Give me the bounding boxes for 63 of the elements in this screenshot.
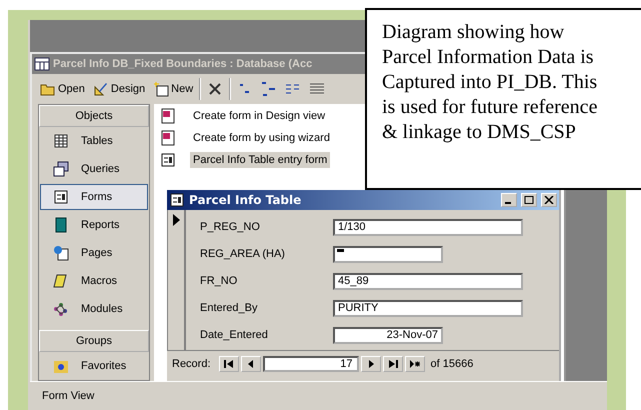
previous-record-icon: [246, 360, 256, 368]
record-selector[interactable]: [167, 210, 186, 350]
field-label: FR_NO: [200, 275, 238, 287]
molecule-icon: [53, 301, 69, 317]
field-label: P_REG_NO: [200, 221, 261, 233]
new-record-icon: [410, 360, 420, 368]
form-wizard-icon: [160, 130, 176, 146]
objects-header[interactable]: Objects: [39, 105, 149, 127]
input-field[interactable]: PURITY: [333, 300, 523, 316]
object-type-item[interactable]: Macros: [40, 268, 148, 294]
query-icon: [53, 161, 69, 177]
maximize-icon: [524, 196, 534, 204]
input-field[interactable]: 1/130: [333, 218, 523, 236]
previous-record-button[interactable]: [240, 356, 261, 372]
close-button[interactable]: [541, 193, 557, 207]
record-count: of 15666: [430, 358, 474, 370]
field-label: REG_AREA (HA): [200, 248, 286, 260]
toolbar-button[interactable]: New: [151, 79, 196, 99]
group-item[interactable]: Favorites: [40, 353, 148, 379]
record-number-field[interactable]: 17: [262, 356, 359, 372]
ruler-pencil-icon: [92, 81, 109, 97]
object-type-item[interactable]: Reports: [40, 212, 148, 238]
record-label: Record:: [172, 358, 211, 370]
input-field[interactable]: 23-Nov-07: [333, 326, 443, 344]
object-type-item[interactable]: Tables: [40, 128, 148, 154]
last-record-icon: [388, 360, 398, 368]
last-record-button[interactable]: [382, 356, 403, 372]
delete-icon: [207, 81, 224, 97]
callout-text: Diagram showing how Parcel Information Data is Captured into PI_DB. This is used for future reference & linkage to DMS_CSP: [382, 20, 598, 145]
form-list-item[interactable]: Create form in Design view: [158, 106, 330, 126]
form-list-item[interactable]: Create form by using wizard: [158, 128, 335, 148]
field-label: Date_Entered: [200, 329, 269, 341]
groups-header[interactable]: Groups: [39, 330, 149, 352]
next-record-button[interactable]: [360, 356, 381, 372]
input-field[interactable]: [333, 246, 443, 262]
toolbar-button[interactable]: Open: [38, 79, 87, 99]
field-label: Entered_By: [200, 302, 258, 314]
page-globe-icon: [53, 245, 69, 261]
first-record-button[interactable]: [218, 356, 239, 372]
database-icon: [34, 56, 50, 72]
object-type-item[interactable]: Forms: [40, 184, 148, 210]
form-icon: [53, 189, 69, 205]
input-field[interactable]: 45_89: [333, 272, 523, 290]
object-type-item[interactable]: Pages: [40, 240, 148, 266]
object-type-item[interactable]: Queries: [40, 156, 148, 182]
new-record-button[interactable]: [404, 356, 425, 372]
maximize-button[interactable]: [521, 193, 537, 207]
form-icon: [169, 192, 185, 208]
form-title: Parcel Info Table: [189, 193, 302, 207]
first-record-icon: [224, 360, 234, 368]
current-record-icon: [172, 214, 180, 226]
minimize-button[interactable]: [501, 193, 517, 207]
report-icon: [53, 217, 69, 233]
table-icon: [53, 133, 69, 149]
new-form-icon: [153, 81, 170, 97]
status-text: Form View: [42, 390, 94, 402]
form-wizard-icon: [160, 108, 176, 124]
form-icon: [160, 152, 176, 168]
object-type-item[interactable]: Modules: [40, 296, 148, 322]
close-icon: [544, 196, 554, 204]
toolbar-button[interactable]: Design: [90, 79, 148, 99]
small-icons-view-icon: [261, 81, 278, 97]
window-title: Parcel Info DB_Fixed Boundaries : Database (Acc: [53, 58, 312, 70]
